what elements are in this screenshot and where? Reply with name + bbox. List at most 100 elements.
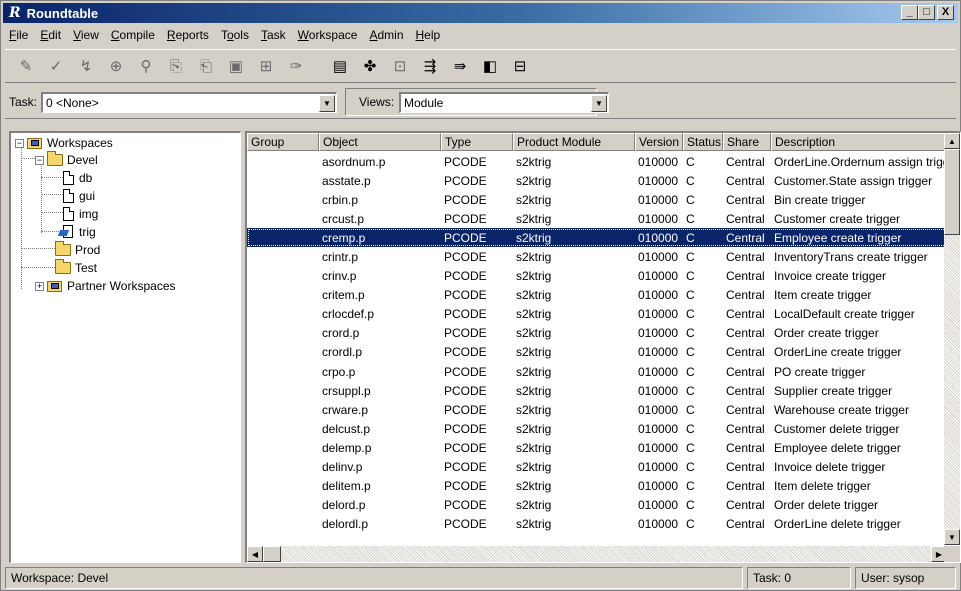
column-header-share[interactable]: Share <box>723 133 771 151</box>
title-bar[interactable]: R Roundtable _ □ X <box>3 3 958 23</box>
deploy-icon[interactable]: ✤ <box>359 55 381 77</box>
cell-version: 010000 <box>638 479 679 494</box>
schema-icon[interactable]: ⊡ <box>389 55 411 77</box>
task-select[interactable]: 0 <None> ▼ <box>41 92 337 113</box>
toolbar-separator <box>315 55 321 77</box>
menu-view[interactable]: View <box>67 28 105 42</box>
cell-status: C <box>686 326 695 341</box>
column-header-group[interactable]: Group <box>247 133 319 151</box>
cell-description: OrderLine create trigger <box>774 345 902 360</box>
list-body: asordnum.p PCODE s2ktrig 010000 C Central Orde… <box>247 152 947 534</box>
table-row[interactable]: delemp.p PCODE s2ktrig 010000 C Central Employ… <box>247 438 947 457</box>
list-header: Group Object Type Product Module Version Stat… <box>247 133 947 151</box>
menu-task[interactable]: Task <box>255 28 292 42</box>
cell-type: PCODE <box>444 192 487 207</box>
table-row[interactable]: crsuppl.p PCODE s2ktrig 010000 C Central Suppl… <box>247 381 947 400</box>
table-row[interactable]: crinv.p PCODE s2ktrig 010000 C Central Invoice… <box>247 267 947 286</box>
table-row[interactable]: cremp.p PCODE s2ktrig 010000 C Central Employe… <box>247 228 947 248</box>
column-header-status[interactable]: Status <box>683 133 723 151</box>
tree-node-partner-workspaces[interactable]: + Partner Workspaces <box>35 278 176 294</box>
table-row[interactable]: crordl.p PCODE s2ktrig 010000 C Central OrderL… <box>247 343 947 362</box>
collapse-icon[interactable]: − <box>15 138 24 148</box>
views-dropdown-arrow-icon[interactable]: ▼ <box>591 95 607 112</box>
checkout-icon[interactable]: ✎ <box>15 55 37 77</box>
table-row[interactable]: critem.p PCODE s2ktrig 010000 C Central Item c… <box>247 286 947 305</box>
package-icon[interactable]: ◧ <box>479 55 501 77</box>
table-row[interactable]: delordl.p PCODE s2ktrig 010000 C Central Order… <box>247 515 947 534</box>
browse-icon[interactable]: ⊟ <box>509 55 531 77</box>
checkin-icon[interactable]: ✓ <box>45 55 67 77</box>
tree-node-gui[interactable]: gui <box>63 188 95 204</box>
table-row[interactable]: crbin.p PCODE s2ktrig 010000 C Central Bin cre… <box>247 190 947 209</box>
table-row[interactable]: crord.p PCODE s2ktrig 010000 C Central Order c… <box>247 324 947 343</box>
vertical-scrollbar[interactable]: ▲ ▼ <box>944 133 960 545</box>
cell-type: PCODE <box>444 173 487 188</box>
compile-icon[interactable]: ▣ <box>225 55 247 77</box>
table-row[interactable]: delord.p PCODE s2ktrig 010000 C Central Order … <box>247 496 947 515</box>
maximize-button[interactable]: □ <box>918 5 935 20</box>
table-row[interactable]: crlocdef.p PCODE s2ktrig 010000 C Central Loca… <box>247 305 947 324</box>
object-list[interactable]: Group Object Type Product Module Version Stat… <box>245 131 961 563</box>
workspace-tree[interactable]: − Workspaces − Devel db gui img trig Pro… <box>9 131 241 563</box>
find-icon[interactable]: ⚲ <box>135 55 157 77</box>
report-icon[interactable]: ▤ <box>329 55 351 77</box>
annotate-icon[interactable]: ✑ <box>285 55 307 77</box>
minimize-button[interactable]: _ <box>901 5 918 20</box>
column-header-object[interactable]: Object <box>319 133 441 151</box>
cell-module: s2ktrig <box>516 383 552 398</box>
menu-admin[interactable]: Admin <box>363 28 409 42</box>
scroll-left-button[interactable]: ◀ <box>247 546 263 562</box>
table-row[interactable]: crware.p PCODE s2ktrig 010000 C Central Wareho… <box>247 400 947 419</box>
tree-node-workspaces[interactable]: − Workspaces <box>15 135 113 151</box>
tree-label-prod: Prod <box>75 243 101 257</box>
xref-icon[interactable]: ⊞ <box>255 55 277 77</box>
table-row[interactable]: asstate.p PCODE s2ktrig 010000 C Central Custo… <box>247 171 947 190</box>
menu-tools[interactable]: Tools <box>215 28 255 42</box>
cell-status: C <box>686 269 695 284</box>
horizontal-scroll-thumb[interactable] <box>263 546 281 562</box>
table-row[interactable]: crpo.p PCODE s2ktrig 010000 C Central PO creat… <box>247 362 947 381</box>
table-row[interactable]: crcust.p PCODE s2ktrig 010000 C Central Custom… <box>247 209 947 228</box>
tree-node-test[interactable]: Test <box>55 259 97 276</box>
horizontal-scrollbar[interactable]: ◀ ▶ <box>247 546 947 562</box>
tree-node-prod[interactable]: Prod <box>55 241 101 258</box>
cell-status: C <box>686 230 695 245</box>
scroll-down-button[interactable]: ▼ <box>944 529 960 545</box>
tree-node-db[interactable]: db <box>63 170 92 186</box>
collapse-icon[interactable]: − <box>35 155 44 165</box>
menu-help[interactable]: Help <box>410 28 447 42</box>
table-row[interactable]: delitem.p PCODE s2ktrig 010000 C Central Item … <box>247 477 947 496</box>
cell-object: crordl.p <box>322 345 363 360</box>
column-header-description[interactable]: Description <box>771 133 947 151</box>
assign-icon[interactable]: ↯ <box>75 55 97 77</box>
cell-version: 010000 <box>638 173 679 188</box>
export-icon[interactable]: ⇛ <box>449 55 471 77</box>
tree-node-devel[interactable]: − Devel <box>35 151 98 168</box>
views-select[interactable]: Module ▼ <box>399 92 609 113</box>
menu-compile[interactable]: Compile <box>105 28 161 42</box>
folder-icon <box>55 259 71 274</box>
table-row[interactable]: crintr.p PCODE s2ktrig 010000 C Central Invent… <box>247 247 947 266</box>
table-row[interactable]: delcust.p PCODE s2ktrig 010000 C Central Custo… <box>247 419 947 438</box>
inspect-icon[interactable]: ⊕ <box>105 55 127 77</box>
tree-node-img[interactable]: img <box>63 206 98 222</box>
paste-icon[interactable]: ⎗ <box>195 55 217 77</box>
menu-edit[interactable]: Edit <box>34 28 67 42</box>
menu-workspace[interactable]: Workspace <box>292 28 364 42</box>
table-row[interactable]: delinv.p PCODE s2ktrig 010000 C Central Invoic… <box>247 458 947 477</box>
column-header-type[interactable]: Type <box>441 133 513 151</box>
column-header-product-module[interactable]: Product Module <box>513 133 635 151</box>
cell-version: 010000 <box>638 154 679 169</box>
menu-reports[interactable]: Reports <box>161 28 215 42</box>
column-header-version[interactable]: Version <box>635 133 683 151</box>
close-button[interactable]: X <box>937 5 954 20</box>
expand-icon[interactable]: + <box>35 281 44 291</box>
table-row[interactable]: asordnum.p PCODE s2ktrig 010000 C Central Orde… <box>247 152 947 171</box>
vertical-scroll-thumb[interactable] <box>944 149 960 235</box>
tree-node-trig[interactable]: trig <box>57 224 96 240</box>
menu-file[interactable]: File <box>3 28 34 42</box>
task-dropdown-arrow-icon[interactable]: ▼ <box>319 95 335 112</box>
copy-icon[interactable]: ⎘ <box>165 55 187 77</box>
scroll-up-button[interactable]: ▲ <box>944 133 960 149</box>
import-icon[interactable]: ⇶ <box>419 55 441 77</box>
